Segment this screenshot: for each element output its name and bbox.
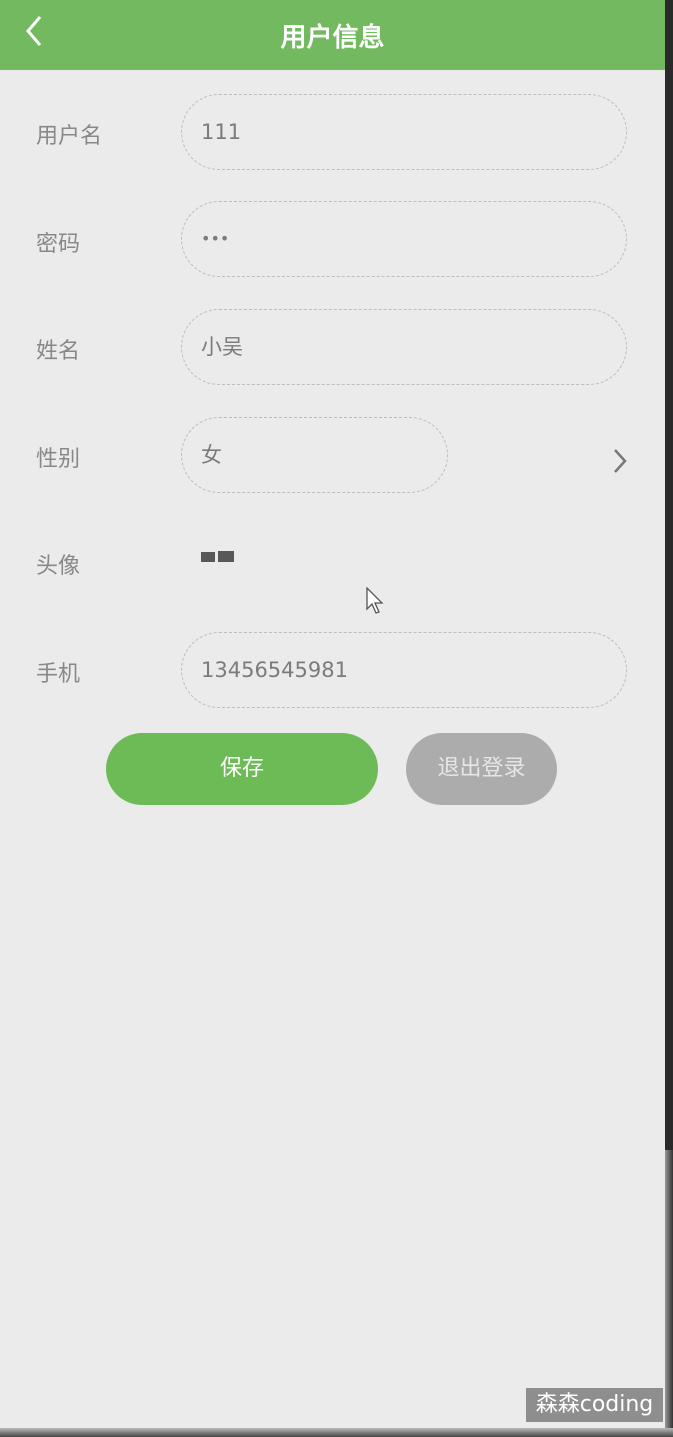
- logout-button[interactable]: 退出登录: [406, 733, 557, 805]
- password-input[interactable]: •••: [181, 201, 627, 277]
- phone-label: 手机: [36, 662, 81, 687]
- mouse-cursor-icon: [366, 587, 384, 614]
- page-title: 用户信息: [280, 23, 385, 53]
- name-label: 姓名: [36, 339, 81, 364]
- header-bar: 用户信息: [0, 0, 665, 70]
- avatar-label: 头像: [36, 554, 81, 579]
- gender-select[interactable]: 女: [181, 417, 448, 493]
- avatar-image[interactable]: [200, 548, 236, 570]
- window-edge: [665, 1150, 673, 1437]
- save-button[interactable]: 保存: [106, 733, 378, 805]
- name-input[interactable]: 小吴: [181, 309, 627, 385]
- chevron-right-icon[interactable]: [608, 446, 632, 476]
- username-input[interactable]: 111: [181, 94, 627, 170]
- window-bottom-edge: [0, 1428, 673, 1437]
- user-info-page: 用户信息 用户名 111 密码 ••• 姓名 小吴 性别 女 头像 手机 134…: [0, 0, 665, 1430]
- phone-input[interactable]: 13456545981: [181, 632, 627, 708]
- password-label: 密码: [36, 232, 81, 257]
- gender-label: 性别: [36, 447, 81, 472]
- username-label: 用户名: [36, 124, 103, 149]
- watermark: 森森coding: [526, 1388, 663, 1422]
